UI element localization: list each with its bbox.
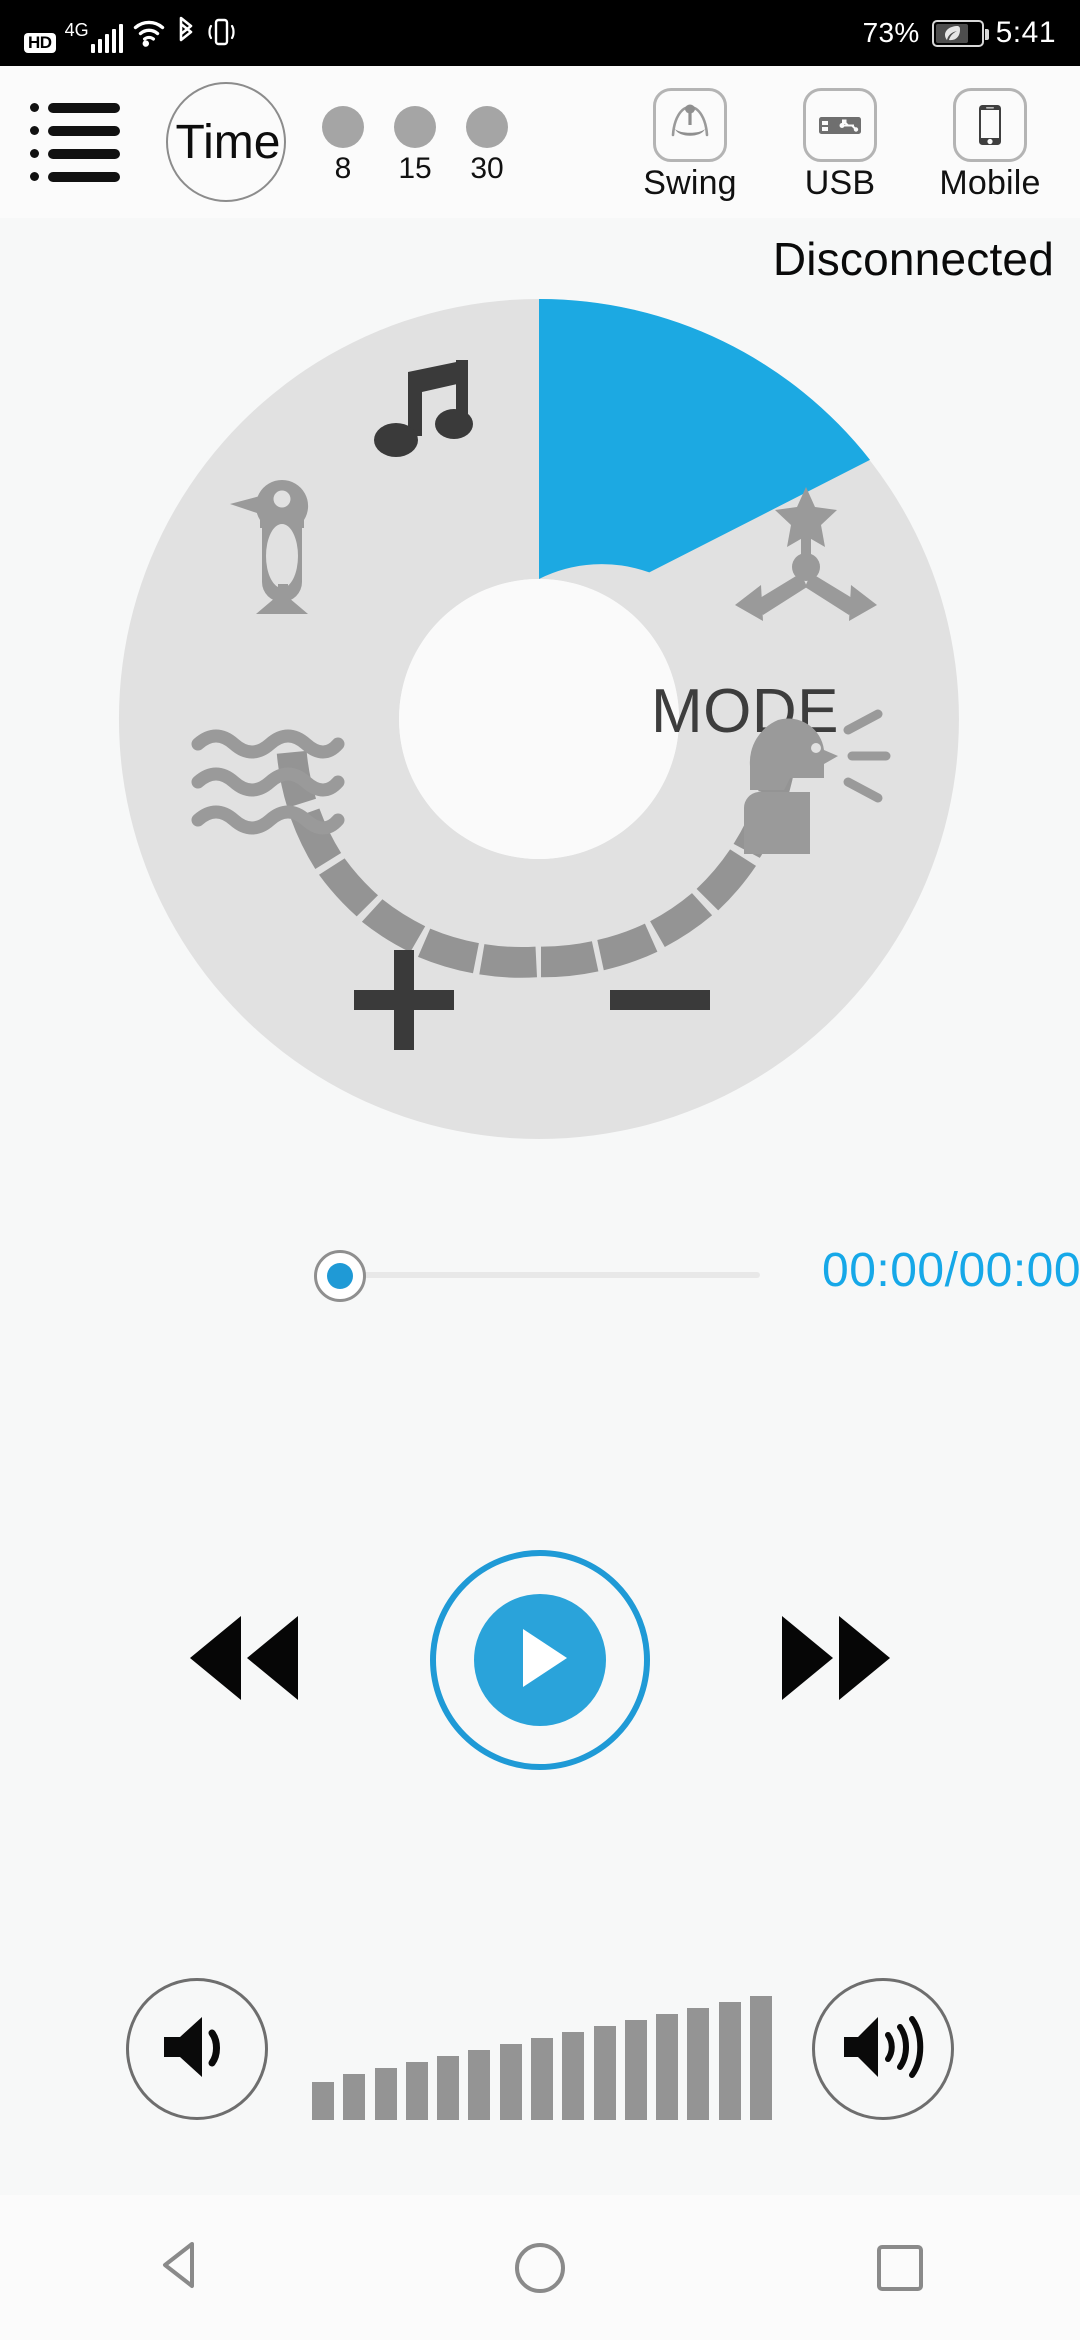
volume-level-bars[interactable] <box>312 1990 772 2120</box>
timer-preset-8[interactable]: 8 <box>312 106 374 186</box>
rewind-icon <box>186 1612 304 1709</box>
status-bar-left-icons: HD 4G <box>24 13 236 53</box>
recents-square-icon <box>877 2244 923 2291</box>
previous-button[interactable] <box>170 1585 320 1735</box>
bluetooth-icon <box>175 16 197 53</box>
swing-button[interactable]: Swing <box>622 87 758 203</box>
nav-back-button[interactable] <box>90 2195 270 2340</box>
connection-status-label: Disconnected <box>772 233 1054 285</box>
usb-drive-icon <box>803 87 877 162</box>
volume-up-button[interactable] <box>812 1978 954 2120</box>
system-nav-bar <box>0 2195 1080 2340</box>
plus-icon[interactable] <box>324 920 484 1080</box>
music-note-icon[interactable] <box>340 328 510 498</box>
transport-controls <box>0 1520 1080 1800</box>
timer-preset-15[interactable]: 15 <box>384 106 446 186</box>
signal-bars-icon: 4G <box>65 21 124 53</box>
mobile-toy-icon[interactable] <box>716 466 896 646</box>
battery-percent-label: 73% <box>862 17 920 48</box>
play-button-fill <box>474 1594 606 1726</box>
usb-button[interactable]: USB <box>772 87 908 203</box>
timer-preset-label: 30 <box>470 152 504 185</box>
battery-fill <box>935 23 968 43</box>
volume-down-icon <box>158 2011 236 2088</box>
eco-leaf-icon <box>944 26 960 41</box>
talking-head-icon[interactable] <box>718 698 908 868</box>
timer-dot-icon <box>466 106 508 148</box>
home-circle-icon <box>515 2242 565 2293</box>
swing-button-label: Swing <box>643 163 737 202</box>
vibrate-icon <box>206 16 236 53</box>
volume-row <box>0 1960 1080 2150</box>
play-icon <box>509 1625 571 1696</box>
mobile-button[interactable]: Mobile <box>922 87 1058 203</box>
timer-dot-icon <box>394 106 436 148</box>
wifi-icon <box>132 20 166 53</box>
nav-home-button[interactable] <box>450 2195 630 2340</box>
volume-up-icon <box>840 2011 926 2088</box>
control-wheel[interactable]: MODE <box>118 298 960 1140</box>
status-bar-right-icons: 73% 5:41 <box>863 16 1056 50</box>
mobile-phone-icon <box>953 87 1027 162</box>
battery-icon <box>931 19 989 47</box>
swing-cradle-icon <box>653 87 727 162</box>
timer-dot-icon <box>322 106 364 148</box>
water-waves-icon[interactable] <box>180 708 356 858</box>
time-button-label: Time <box>175 115 281 169</box>
signal-bars-glyph <box>90 24 124 53</box>
play-button[interactable] <box>430 1550 650 1770</box>
mobile-button-label: Mobile <box>939 163 1041 202</box>
time-button[interactable]: Time <box>150 66 302 218</box>
fast-forward-icon <box>776 1612 894 1709</box>
timer-presets: 8 15 30 <box>312 106 518 186</box>
app-toolbar: Time 8 15 30 Swing USB Mobile <box>0 66 1080 218</box>
minus-icon[interactable] <box>580 920 740 1080</box>
seek-thumb[interactable] <box>314 1250 366 1302</box>
hd-icon: HD <box>24 33 56 53</box>
timer-preset-label: 15 <box>398 152 432 185</box>
time-readout-label: 00:00/00:00 <box>822 1244 1080 1297</box>
status-clock: 5:41 <box>995 16 1056 49</box>
list-menu-icon <box>30 102 120 182</box>
usb-button-label: USB <box>804 163 876 202</box>
wheel-center-hole <box>399 579 679 859</box>
seek-track[interactable] <box>340 1272 760 1278</box>
seek-bar-row: 00:00/00:00 <box>0 1230 1080 1320</box>
timer-preset-label: 8 <box>334 152 352 185</box>
penguin-icon[interactable] <box>210 466 350 626</box>
time-button-circle: Time <box>166 82 286 202</box>
seek-thumb-dot <box>327 1263 353 1289</box>
volume-down-button[interactable] <box>126 1978 268 2120</box>
back-triangle-icon <box>156 2239 204 2296</box>
next-button[interactable] <box>760 1585 910 1735</box>
status-bar: HD 4G 73% 5:41 <box>0 0 1080 66</box>
timer-preset-30[interactable]: 30 <box>456 106 518 186</box>
toolbar-mode-buttons: Swing USB Mobile <box>622 87 1080 203</box>
nav-recents-button[interactable] <box>810 2195 990 2340</box>
menu-button[interactable] <box>0 66 150 218</box>
